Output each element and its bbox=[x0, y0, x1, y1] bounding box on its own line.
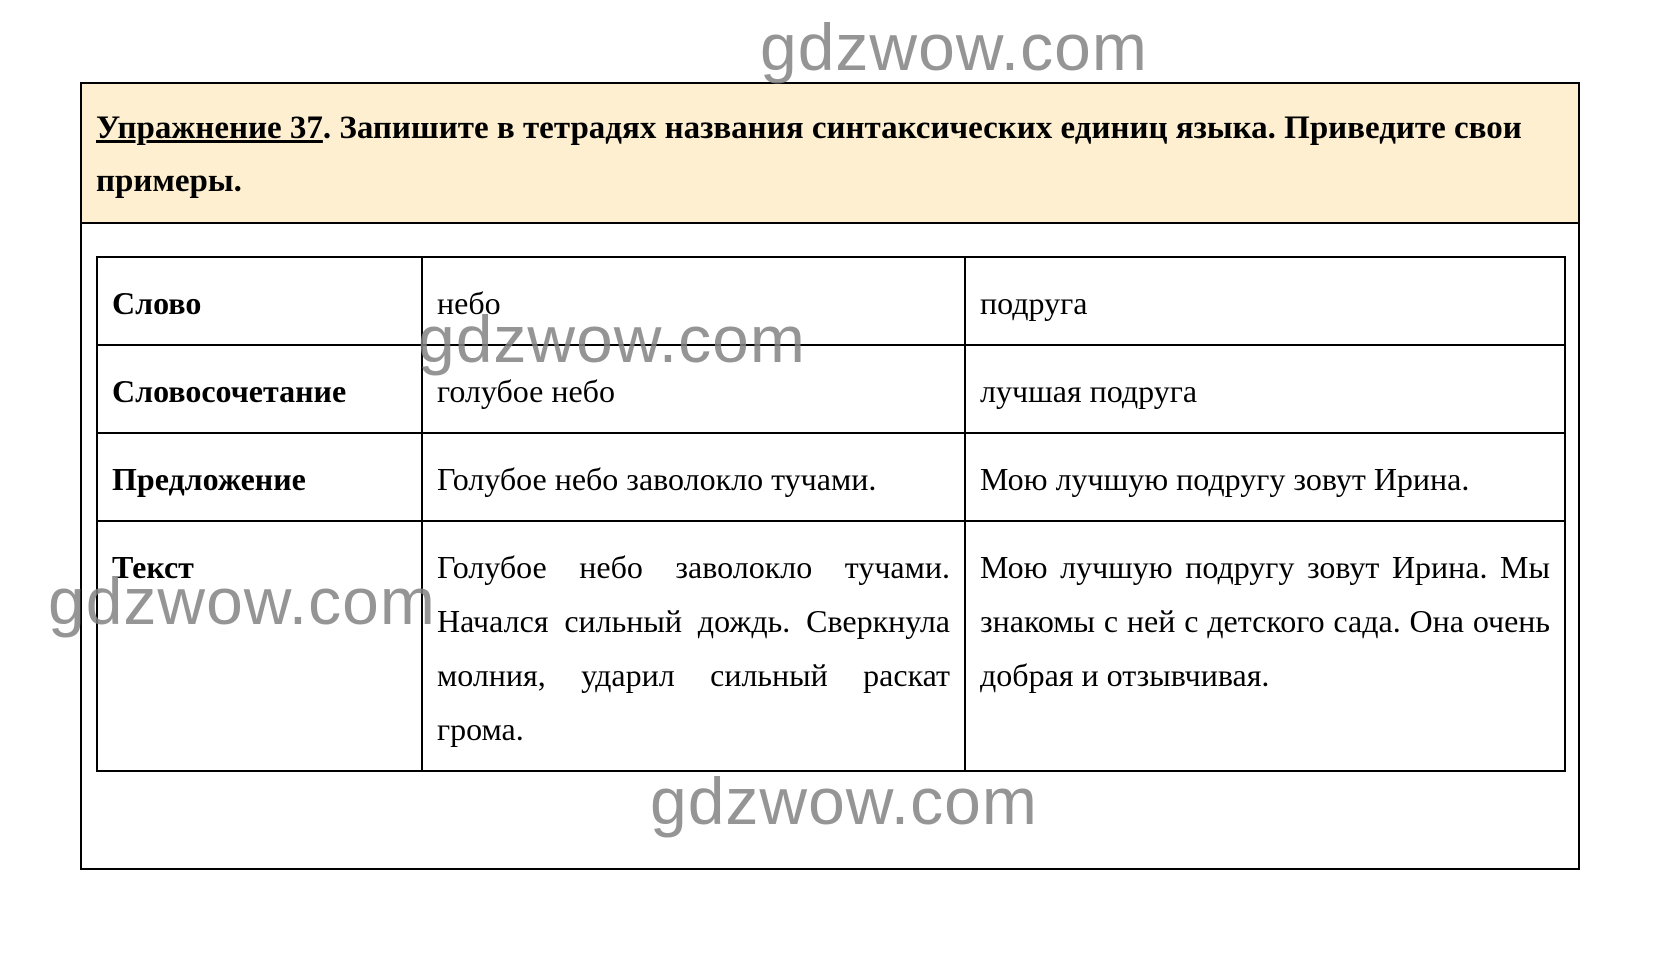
example-1-cell: Голубое небо заволокло тучами. Начался с… bbox=[421, 520, 966, 772]
exercise-number: Упражнение 37 bbox=[96, 110, 323, 146]
example-1-cell: Голубое небо заволокло тучами. bbox=[421, 432, 966, 522]
row-label: Словосочетание bbox=[96, 344, 423, 434]
example-2-cell: Мою лучшую подругу зовут Ирина. Мы знако… bbox=[964, 520, 1566, 772]
exercise-header: Упражнение 37. Запишите в тетрадях назва… bbox=[82, 84, 1578, 224]
example-2-cell: Мою лучшую подругу зовут Ирина. bbox=[964, 432, 1566, 522]
example-1-cell: небо bbox=[421, 256, 966, 346]
row-label: Слово bbox=[96, 256, 423, 346]
row-label: Предложение bbox=[96, 432, 423, 522]
table-row: Слово небо подруга bbox=[96, 256, 1566, 346]
exercise-frame: Упражнение 37. Запишите в тетрадях назва… bbox=[80, 82, 1580, 870]
table-row: Словосочетание голубое небо лучшая подру… bbox=[96, 344, 1566, 434]
table-row: Предложение Голубое небо заволокло тучам… bbox=[96, 432, 1566, 522]
syntax-units-table: Слово небо подруга Словосочетание голубо… bbox=[96, 256, 1566, 772]
watermark: gdzwow.com bbox=[760, 10, 1148, 84]
example-2-cell: лучшая подруга bbox=[964, 344, 1566, 434]
table-row: Текст Голубое небо заволокло тучами. Нач… bbox=[96, 520, 1566, 772]
example-2-cell: подруга bbox=[964, 256, 1566, 346]
example-1-cell: голубое небо bbox=[421, 344, 966, 434]
row-label: Текст bbox=[96, 520, 423, 772]
